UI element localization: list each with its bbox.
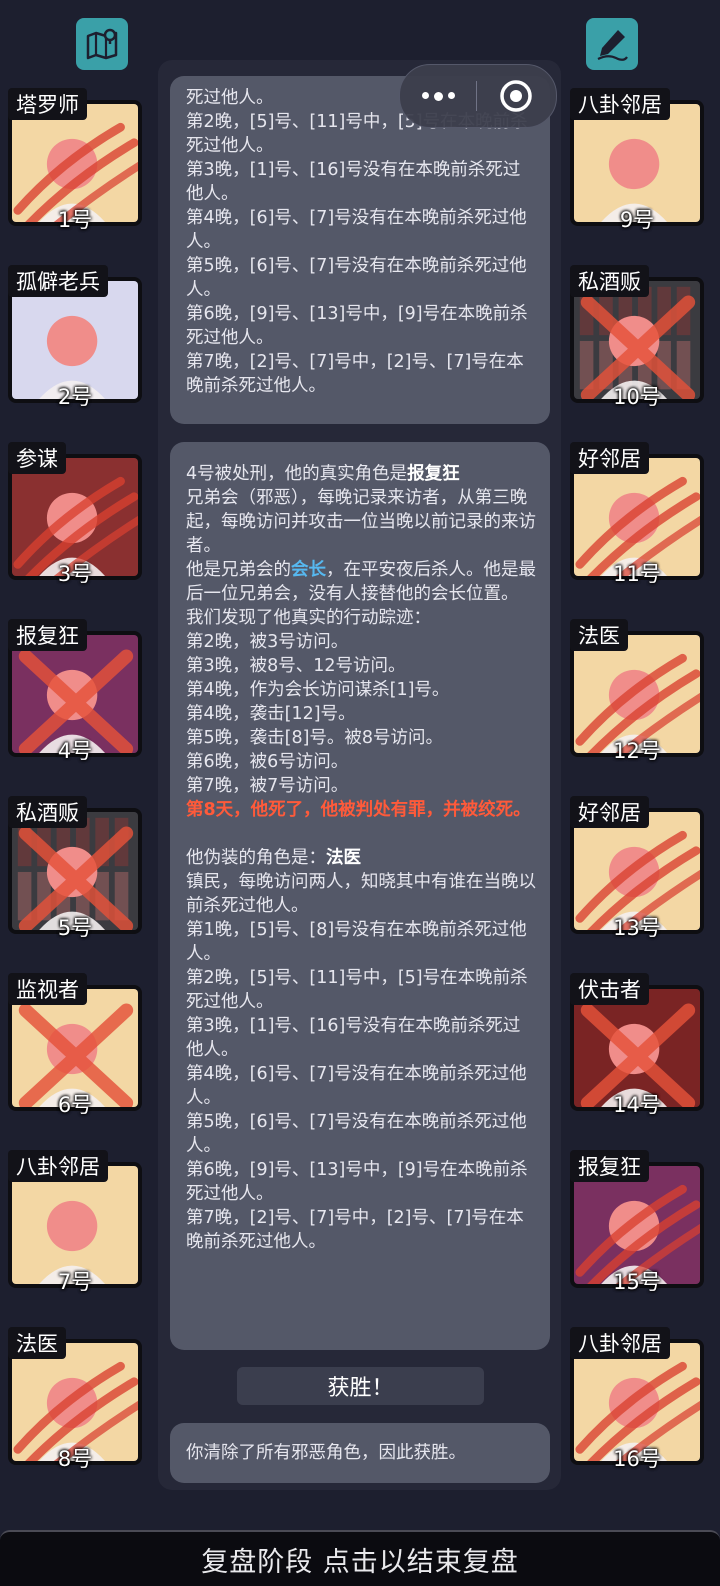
player-number: 11号 (613, 562, 661, 586)
end-review-button[interactable]: 复盘阶段 点击以结束复盘 (0, 1530, 720, 1586)
log-line: 第1晚，[5]号、[8]号没有在本晚前杀死过他人。 (186, 920, 527, 964)
player-role-label: 八卦邻居 (570, 1327, 670, 1359)
log-line: 第5晚，[6]号、[7]号没有在本晚前杀死过他人。 (186, 256, 527, 300)
player-role-label: 好邻居 (570, 442, 649, 474)
trace-list: 第2晚，被3号访问。第3晚，被8号、12号访问。第4晚，作为会长访问谋杀[1]号… (186, 630, 536, 798)
player-number: 14号 (613, 1093, 661, 1117)
player-role-label: 八卦邻居 (570, 88, 670, 120)
player-number: 7号 (57, 1270, 93, 1294)
player-role-label: 好邻居 (570, 796, 649, 828)
victory-message-box: 你清除了所有邪恶角色，因此获胜。 (170, 1423, 550, 1483)
disguise-night-list: 第1晚，[5]号、[8]号没有在本晚前杀死过他人。 第2晚，[5]号、[11]号中… (186, 918, 536, 1254)
execution-log-box: 4号被处刑，他的真实角色是报复狂 兄弟会（邪恶），每晚记录来访者，从第三晚起，每… (170, 442, 550, 1350)
player-role-label: 报复狂 (570, 1150, 649, 1182)
log-line: 第4晚，[6]号、[7]号没有在本晚前杀死过他人。 (186, 208, 527, 252)
player-card[interactable]: 法医 8号 (8, 1327, 146, 1471)
player-number: 8号 (57, 1447, 93, 1471)
player-role-label: 伏击者 (570, 973, 649, 1005)
log-line: 第5晚，[6]号、[7]号没有在本晚前杀死过他人。 (186, 1112, 527, 1156)
player-card[interactable]: 私酒贩 5号 (8, 796, 146, 940)
player-card[interactable]: 八卦邻居 16号 (570, 1327, 708, 1471)
target-close-icon[interactable] (477, 78, 555, 114)
log-line: 第7晚，[2]号、[7]号中，[2]号、[7]号在本晚前杀死过他人。 (186, 352, 524, 396)
player-role-label: 孤僻老兵 (8, 265, 108, 297)
player-number: 3号 (57, 562, 93, 586)
log-line: 第6晚，[9]号、[13]号中，[9]号在本晚前杀死过他人。 (186, 1160, 528, 1204)
player-role-label: 报复狂 (8, 619, 87, 651)
log-line: 第3晚，[1]号、[16]号没有在本晚前杀死过他人。 (186, 1016, 521, 1060)
intro-prefix: 4号被处刑，他的真实角色是 (186, 464, 408, 484)
player-card[interactable]: 好邻居 11号 (570, 442, 708, 586)
player-role-label: 参谋 (8, 442, 66, 474)
player-number: 16号 (613, 1447, 661, 1471)
log-line: 第4晚，[6]号、[7]号没有在本晚前杀死过他人。 (186, 1064, 527, 1108)
leader-prefix: 他是兄弟会的 (186, 560, 291, 580)
player-card[interactable]: 报复狂 4号 (8, 619, 146, 763)
player-card[interactable]: 八卦邻居 9号 (570, 88, 708, 232)
mini-program-capsule (399, 64, 557, 128)
role-description: 兄弟会（邪恶），每晚记录来访者，从第三晚起，每晚访问并攻击一位当晚以前记录的来访… (186, 488, 536, 556)
previous-log-box: 死过他人。 第2晚，[5]号、[11]号中，[5]号在本晚前杀死过他人。 第3晚，[… (170, 76, 550, 424)
log-line: 第5晚，袭击[8]号。被8号访问。 (186, 728, 444, 748)
player-card[interactable]: 监视者 6号 (8, 973, 146, 1117)
more-dots-icon[interactable] (400, 91, 476, 101)
player-role-label: 私酒贩 (570, 265, 649, 297)
log-line: 第7晚，被7号访问。 (186, 776, 349, 796)
player-role-label: 塔罗师 (8, 88, 87, 120)
player-number: 15号 (613, 1270, 661, 1294)
log-line: 第4晚，袭击[12]号。 (186, 704, 356, 724)
player-card[interactable]: 私酒贩 10号 (570, 265, 708, 409)
log-line: 第7晚，[2]号、[7]号中，[2]号、[7]号在本晚前杀死过他人。 (186, 1208, 524, 1252)
player-number: 4号 (57, 739, 93, 763)
victory-message: 你清除了所有邪恶角色，因此获胜。 (186, 1443, 466, 1463)
player-number: 13号 (613, 916, 661, 940)
player-number: 2号 (57, 385, 93, 409)
player-number: 1号 (57, 208, 93, 232)
log-line: 第4晚，作为会长访问谋杀[1]号。 (186, 680, 450, 700)
player-card[interactable]: 伏击者 14号 (570, 973, 708, 1117)
victory-button[interactable]: 获胜！ (237, 1367, 484, 1405)
log-line: 第6晚，[9]号、[13]号中，[9]号在本晚前杀死过他人。 (186, 304, 528, 348)
player-role-label: 监视者 (8, 973, 87, 1005)
log-line: 第2晚，[5]号、[11]号中，[5]号在本晚前杀死过他人。 (186, 968, 528, 1012)
player-role-label: 法医 (8, 1327, 66, 1359)
log-line: 第6晚，被6号访问。 (186, 752, 349, 772)
disguise-prefix: 他伪装的角色是： (186, 848, 326, 868)
log-line: 第3晚，被8号、12号访问。 (186, 656, 406, 676)
player-card[interactable]: 参谋 3号 (8, 442, 146, 586)
leader-link[interactable]: 会长 (291, 560, 326, 580)
player-card[interactable]: 法医 12号 (570, 619, 708, 763)
death-message: 第8天，他死了，他被判处有罪，并被绞死。 (186, 800, 531, 820)
disguise-description: 镇民，每晚访问两人，知晓其中有谁在当晚以前杀死过他人。 (186, 872, 536, 916)
player-number: 12号 (613, 739, 661, 763)
player-role-label: 八卦邻居 (8, 1150, 108, 1182)
player-number: 6号 (57, 1093, 93, 1117)
player-number: 10号 (613, 385, 661, 409)
player-card[interactable]: 塔罗师 1号 (8, 88, 146, 232)
pen-write-icon[interactable] (586, 18, 638, 70)
player-card[interactable]: 孤僻老兵 2号 (8, 265, 146, 409)
trace-title: 我们发现了他真实的行动踪迹： (186, 608, 431, 628)
player-card[interactable]: 好邻居 13号 (570, 796, 708, 940)
log-line: 第2晚，被3号访问。 (186, 632, 349, 652)
log-line: 第3晚，[1]号、[16]号没有在本晚前杀死过他人。 (186, 160, 521, 204)
true-role: 报复狂 (407, 464, 460, 484)
player-card[interactable]: 八卦邻居 7号 (8, 1150, 146, 1294)
player-role-label: 法医 (570, 619, 628, 651)
player-number: 9号 (619, 208, 655, 232)
player-number: 5号 (57, 916, 93, 940)
disguise-role: 法医 (326, 848, 361, 868)
map-pin-icon[interactable] (76, 18, 128, 70)
player-card[interactable]: 报复狂 15号 (570, 1150, 708, 1294)
player-role-label: 私酒贩 (8, 796, 87, 828)
